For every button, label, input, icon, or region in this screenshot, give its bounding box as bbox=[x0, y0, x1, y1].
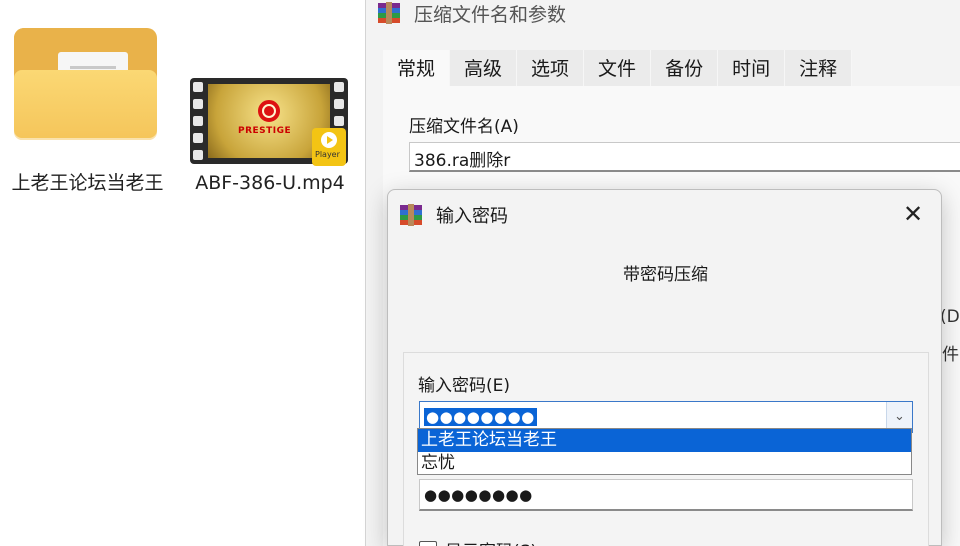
partial-option-text-2: 件 bbox=[942, 345, 959, 365]
show-password-label[interactable]: 显示密码(S) bbox=[445, 537, 537, 546]
winrar-icon bbox=[400, 204, 422, 226]
tab-bar: 常规 高级 选项 文件 备份 时间 注释 bbox=[383, 50, 853, 86]
password-dialog-title: 输入密码 bbox=[436, 206, 508, 227]
partial-option-text: (D bbox=[940, 307, 960, 327]
close-button[interactable]: ✕ bbox=[899, 200, 927, 228]
folder-label[interactable]: 上老王论坛当老王 bbox=[10, 170, 165, 196]
video-file-label[interactable]: ABF-386-U.mp4 bbox=[190, 170, 350, 196]
tab-backup[interactable]: 备份 bbox=[651, 50, 719, 86]
password-dialog: 输入密码 ✕ 带密码压缩 输入密码(E) ●●●●●●●● ⌄ ●●●●●●●●… bbox=[387, 189, 942, 546]
confirm-password-input[interactable]: ●●●●●●●● bbox=[419, 479, 913, 511]
player-badge-text: Player bbox=[315, 150, 340, 159]
player-badge-icon: Player bbox=[312, 128, 346, 166]
thumbnail-logo-text: PRESTIGE bbox=[238, 126, 292, 136]
password-dropdown-list: 上老王论坛当老王 忘忧 bbox=[417, 428, 912, 475]
password-dialog-title-bar: 输入密码 bbox=[400, 202, 508, 228]
password-input-value[interactable]: ●●●●●●●● bbox=[424, 408, 537, 426]
tab-time[interactable]: 时间 bbox=[718, 50, 786, 86]
video-file-icon[interactable]: PRESTIGE Player bbox=[190, 78, 350, 166]
window-title-bar: 压缩文件名和参数 bbox=[378, 0, 566, 26]
tab-files[interactable]: 文件 bbox=[584, 50, 652, 86]
tab-advanced[interactable]: 高级 bbox=[450, 50, 518, 86]
tab-comment[interactable]: 注释 bbox=[785, 50, 853, 86]
show-password-option[interactable]: 显示密码(S) bbox=[419, 537, 537, 546]
show-password-checkbox[interactable] bbox=[419, 540, 437, 546]
folder-icon[interactable] bbox=[14, 28, 157, 140]
dropdown-option[interactable]: 忘忧 bbox=[418, 452, 911, 475]
winrar-icon bbox=[378, 2, 400, 24]
play-icon bbox=[321, 132, 337, 148]
archive-name-label: 压缩文件名(A) bbox=[409, 117, 519, 137]
tab-options[interactable]: 选项 bbox=[517, 50, 585, 86]
password-dialog-header: 带密码压缩 bbox=[623, 265, 708, 285]
window-title: 压缩文件名和参数 bbox=[414, 3, 567, 26]
dropdown-option[interactable]: 上老王论坛当老王 bbox=[418, 429, 911, 452]
archive-name-input[interactable]: 386.ra删除r bbox=[409, 142, 960, 172]
tab-general[interactable]: 常规 bbox=[383, 50, 451, 86]
password-label: 输入密码(E) bbox=[418, 376, 511, 396]
